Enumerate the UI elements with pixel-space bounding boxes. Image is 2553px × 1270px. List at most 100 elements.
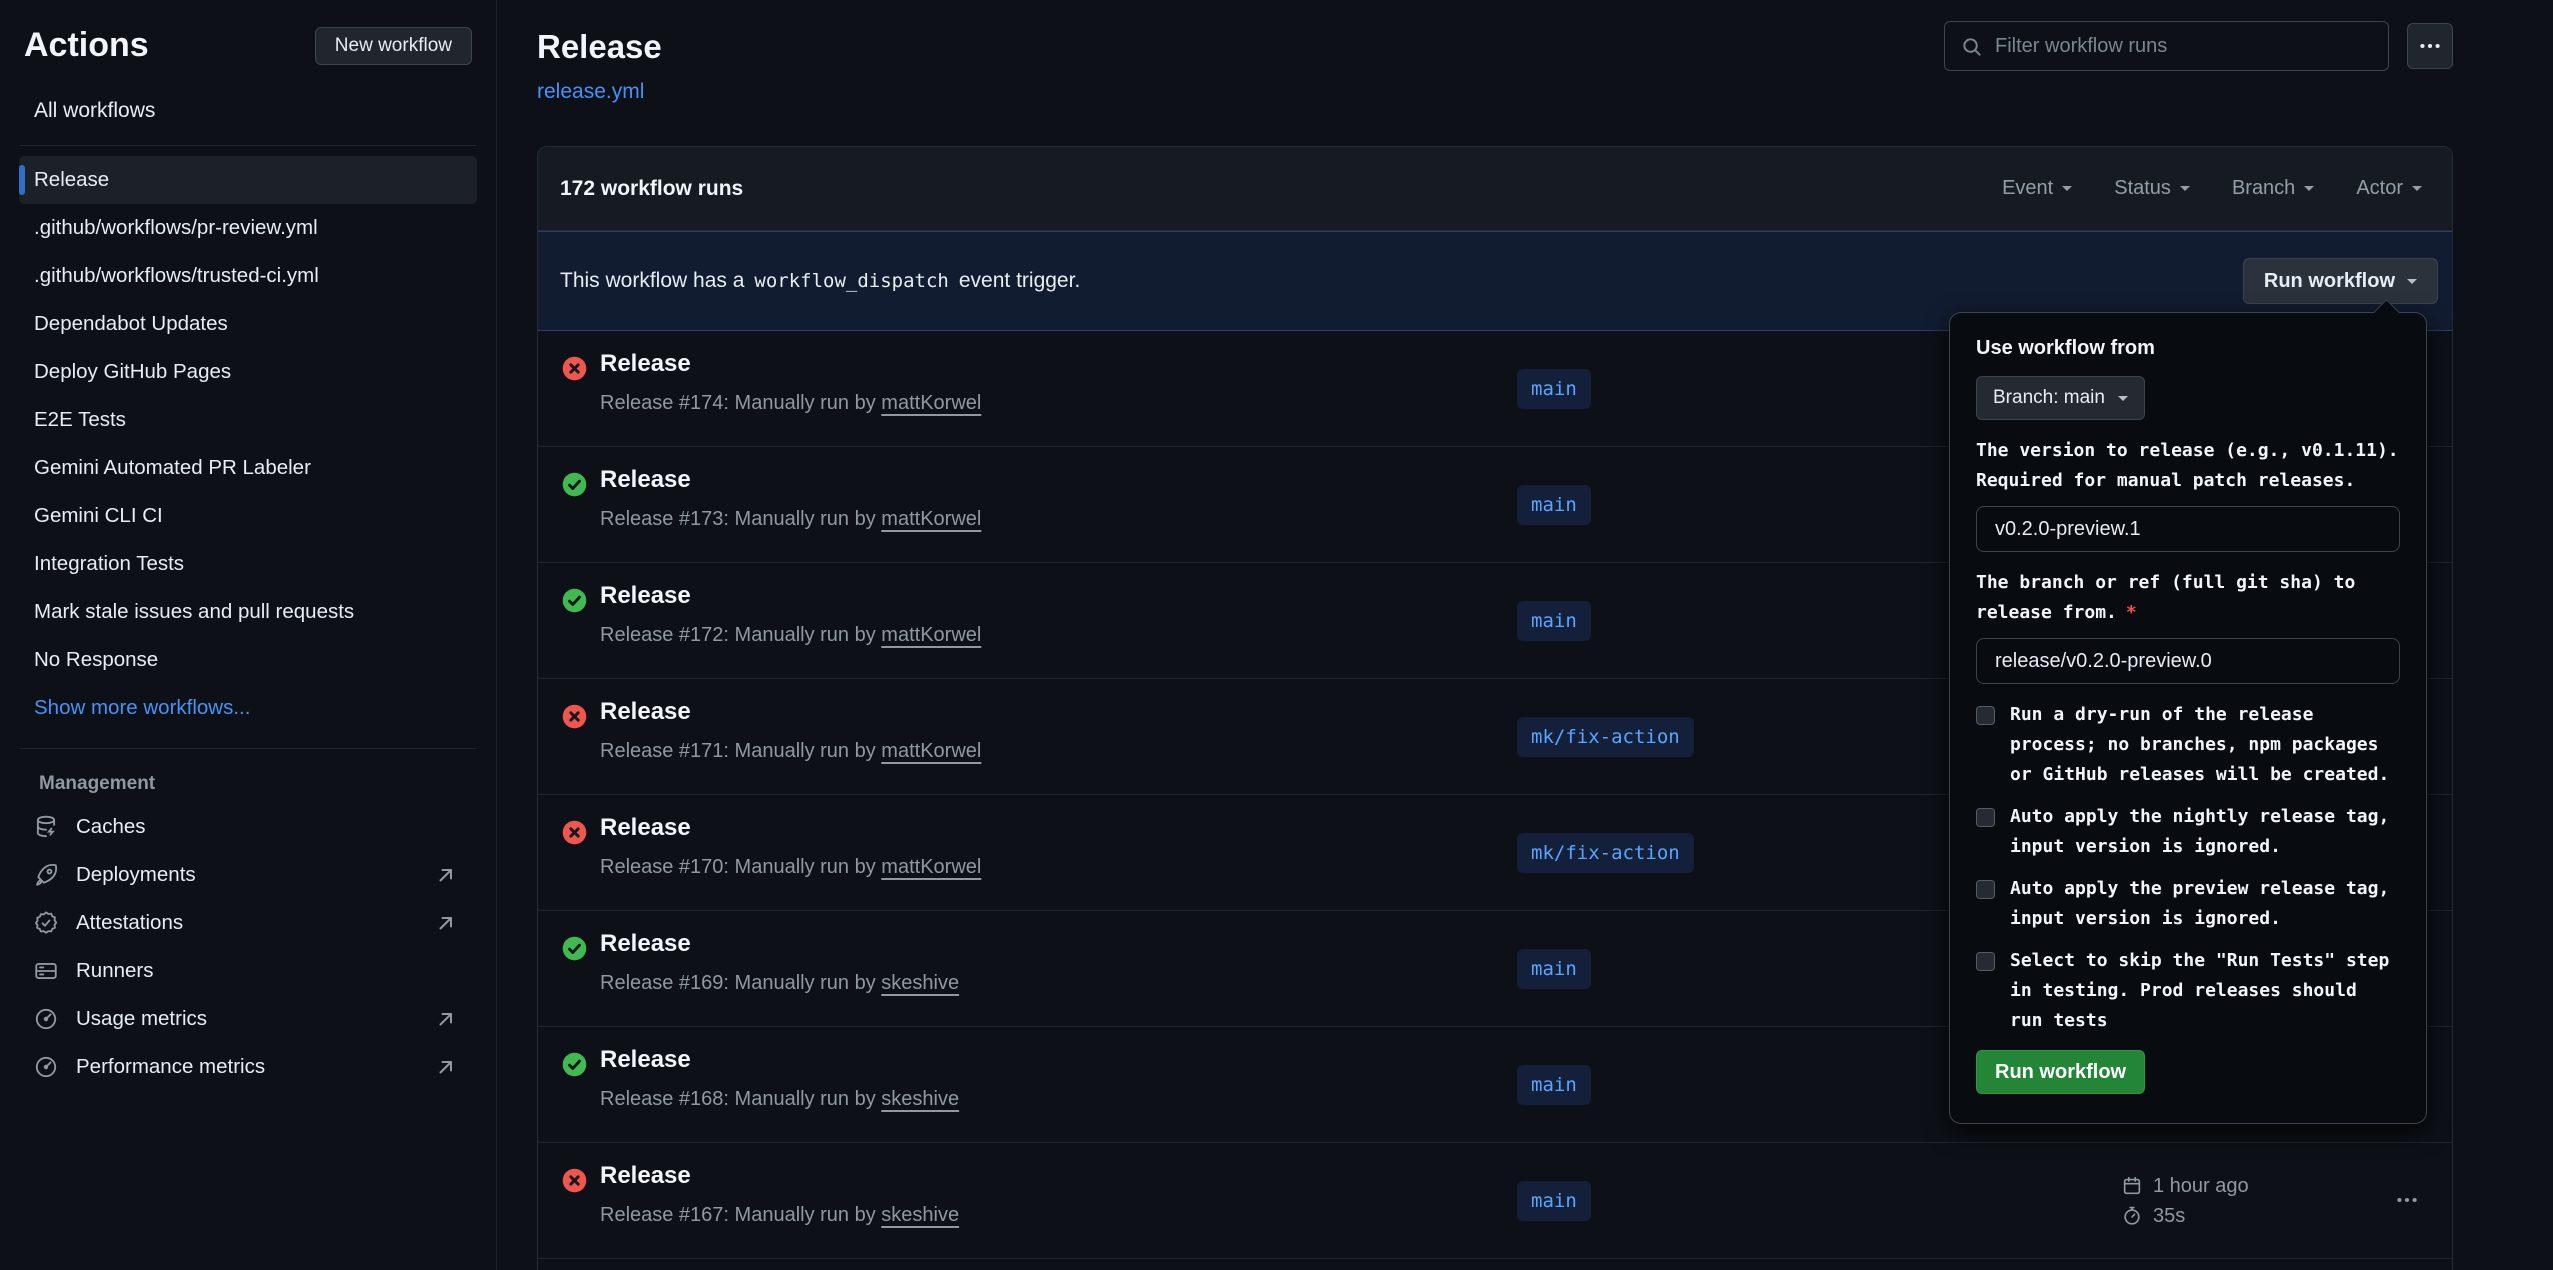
sidebar-workflow-item[interactable]: .github/workflows/pr-review.yml [19,204,477,252]
branch-badge[interactable]: mk/fix-action [1517,717,1694,757]
page-title: Actions [24,26,149,65]
runs-filter-dropdown[interactable]: Event [2002,177,2072,200]
run-title-link[interactable]: Release [600,930,691,958]
sidebar-workflow-item[interactable]: Gemini CLI CI [19,492,477,540]
sidebar-management-item[interactable]: Usage metrics [24,995,472,1043]
branch-badge[interactable]: mk/fix-action [1517,833,1694,873]
sidebar-workflow-item[interactable]: Gemini Automated PR Labeler [19,444,477,492]
sidebar-management-item[interactable]: Deployments [24,851,472,899]
run-title-link[interactable]: Release [600,814,691,842]
runs-filter-dropdown[interactable]: Branch [2232,177,2314,200]
actor-link[interactable]: mattKorwel [881,392,981,414]
run-title-link[interactable]: Release [600,466,691,494]
run-description: Release #172: Manually run by mattKorwel [600,624,981,647]
management-item-label: Usage metrics [76,1007,207,1031]
run-description: Release #173: Manually run by mattKorwel [600,508,981,531]
actor-link[interactable]: mattKorwel [881,624,981,646]
run-title-link[interactable]: Release [600,698,691,726]
dialog-option-row: Auto apply the preview release tag, inpu… [1976,874,2400,934]
sidebar-workflow-item[interactable]: .github/workflows/trusted-ci.yml [19,252,477,300]
dialog-option-row: Run a dry-run of the release process; no… [1976,700,2400,790]
actions-sidebar: Actions New workflow All workflows Relea… [0,0,497,1270]
checkbox[interactable] [1976,706,1995,725]
branch-select-button[interactable]: Branch: main [1976,376,2145,420]
actor-link[interactable]: mattKorwel [881,740,981,762]
run-title-link[interactable]: Release [600,1162,691,1190]
verified-badge-icon [33,910,59,936]
run-workflow-dialog: Use workflow from Branch: main The versi… [1949,312,2427,1124]
check-circle-icon [561,471,588,498]
sidebar-workflow-item[interactable]: E2E Tests [19,396,477,444]
x-circle-icon [561,703,588,730]
branch-badge[interactable]: main [1517,949,1591,989]
sidebar-workflow-item[interactable]: Integration Tests [19,540,477,588]
checkbox[interactable] [1976,880,1995,899]
actor-link[interactable]: skeshive [881,1204,959,1226]
workflow-input[interactable] [1976,638,2400,684]
x-circle-icon [561,819,588,846]
sidebar-management-item[interactable]: Attestations [24,899,472,947]
runs-filter-dropdown[interactable]: Actor [2356,177,2422,200]
sidebar-item-all-workflows[interactable]: All workflows [24,93,472,129]
runs-count: 172 workflow runs [560,177,743,201]
actor-link[interactable]: skeshive [881,1088,959,1110]
dialog-title: Use workflow from [1976,337,2400,360]
sidebar-workflow-item[interactable]: Mark stale issues and pull requests [19,588,477,636]
chevron-down-icon [2412,186,2422,196]
workflow-options-button[interactable] [2407,23,2453,69]
meter-icon [33,1006,59,1032]
branch-badge[interactable]: main [1517,369,1591,409]
checkbox[interactable] [1976,808,1995,827]
branch-select-label: Branch: main [1993,387,2105,409]
show-more-workflows-link[interactable]: Show more workflows... [19,684,477,732]
check-circle-icon [561,935,588,962]
sidebar-workflow-item[interactable]: Dependabot Updates [19,300,477,348]
run-workflow-label: Run workflow [2264,270,2395,293]
dialog-options: Run a dry-run of the release process; no… [1976,700,2400,1036]
run-description: Release #171: Manually run by mattKorwel [600,740,981,763]
dialog-option-row: Select to skip the "Run Tests" step in t… [1976,946,2400,1036]
run-workflow-submit-button[interactable]: Run workflow [1976,1050,2145,1094]
branch-badge[interactable]: main [1517,485,1591,525]
filter-label: Actor [2356,177,2403,200]
run-title-link[interactable]: Release [600,350,691,378]
management-item-label: Performance metrics [76,1055,265,1079]
checkbox-label: Select to skip the "Run Tests" step in t… [2010,946,2400,1036]
filter-label: Event [2002,177,2053,200]
runs-filter-dropdown[interactable]: Status [2114,177,2190,200]
branch-badge[interactable]: main [1517,1065,1591,1105]
filter-workflow-runs-input[interactable] [1945,22,2388,70]
meter-icon [33,1054,59,1080]
management-item-label: Attestations [76,911,183,935]
workflow-file-link[interactable]: release.yml [537,80,644,104]
field-description: The version to release (e.g., v0.1.11). … [1976,436,2400,496]
checkbox[interactable] [1976,952,1995,971]
banner-code: workflow_dispatch [754,270,948,292]
run-title-link[interactable]: Release [600,1046,691,1074]
divider [20,145,476,146]
dialog-fields: The version to release (e.g., v0.1.11). … [1976,436,2400,684]
run-workflow-dropdown-button[interactable]: Run workflow [2243,258,2438,304]
workflow-input[interactable] [1976,506,2400,552]
branch-badge[interactable]: main [1517,601,1591,641]
sidebar-management-item[interactable]: Runners [24,947,472,995]
actor-link[interactable]: mattKorwel [881,856,981,878]
sidebar-workflow-item[interactable]: No Response [19,636,477,684]
run-description-text: Release #167: Manually run by [600,1204,876,1226]
run-options-button[interactable] [2394,1187,2420,1213]
actor-link[interactable]: skeshive [881,972,959,994]
management-section-label: Management [39,773,472,795]
new-workflow-button[interactable]: New workflow [315,27,472,65]
x-circle-icon [561,355,588,382]
sidebar-workflow-item[interactable]: Deploy GitHub Pages [19,348,477,396]
branch-badge[interactable]: main [1517,1181,1591,1221]
sidebar-management-item[interactable]: Caches [24,803,472,851]
actor-link[interactable]: mattKorwel [881,508,981,530]
runs-list-header: 172 workflow runs Event Status Branch [538,147,2452,231]
check-circle-icon [561,587,588,614]
workflow-run-row[interactable]: Release Release #167: Manually run by sk… [538,1143,2452,1259]
banner-text-before: This workflow has a [560,269,744,293]
sidebar-management-item[interactable]: Performance metrics [24,1043,472,1091]
run-title-link[interactable]: Release [600,582,691,610]
sidebar-workflow-item[interactable]: Release [19,156,477,204]
